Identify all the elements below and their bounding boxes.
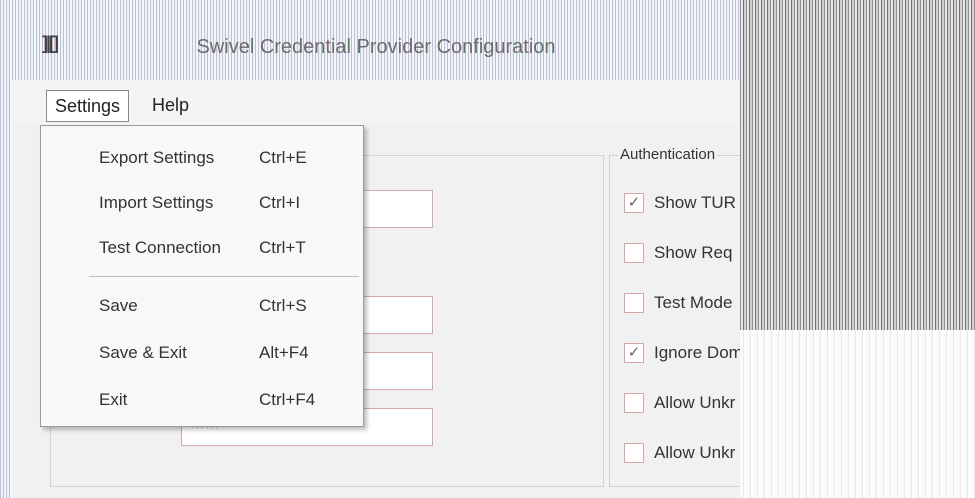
checkbox-label: Show Req: [654, 243, 733, 262]
menu-item-label: Test Connection: [99, 238, 221, 257]
menu-item-test-connection[interactable]: Test Connection Ctrl+T: [41, 228, 363, 268]
show-tur-checkbox[interactable]: ✓: [624, 193, 644, 213]
menu-bar: Settings Help: [12, 80, 740, 125]
menu-separator: [89, 276, 359, 277]
checkbox-label: Allow Unkr: [654, 443, 736, 462]
menu-item-export-settings[interactable]: Export Settings Ctrl+E: [41, 138, 363, 178]
menu-item-save-and-exit[interactable]: Save & Exit Alt+F4: [41, 333, 363, 373]
background-region-top-right: [740, 0, 975, 330]
test-mode-checkbox[interactable]: [624, 293, 644, 313]
menu-item-label: Import Settings: [99, 193, 214, 212]
menu-item-shortcut: Ctrl+I: [259, 193, 301, 212]
menu-item-shortcut: Ctrl+T: [259, 238, 306, 257]
title-bar[interactable]: ]|[] Swivel Credential Provider Configur…: [12, 0, 740, 80]
authentication-groupbox: Authentication ✓ Show TUR Show Req Test …: [609, 146, 750, 487]
checkbox-label: Allow Unkr: [654, 393, 736, 412]
menu-item-label: Exit: [99, 390, 128, 409]
menu-item-label: Save: [99, 296, 138, 315]
show-req-checkbox[interactable]: [624, 243, 644, 263]
allow-unknown-checkbox-2[interactable]: [624, 443, 644, 463]
menu-item-import-settings[interactable]: Import Settings Ctrl+I: [41, 183, 363, 223]
menu-item-shortcut: Ctrl+F4: [259, 390, 316, 409]
checkbox-label: Test Mode: [654, 293, 733, 312]
allow-unknown-checkbox-1[interactable]: [624, 393, 644, 413]
authentication-group-title: Authentication: [618, 146, 718, 163]
background-region-bottom-right: [740, 330, 975, 498]
menu-item-shortcut: Alt+F4: [259, 343, 309, 362]
window-frame-left: [0, 0, 12, 498]
menu-settings[interactable]: Settings: [46, 90, 130, 122]
menu-item-save[interactable]: Save Ctrl+S: [41, 286, 363, 326]
menu-item-label: Save & Exit: [99, 343, 187, 362]
window-title: Swivel Credential Provider Configuration: [196, 36, 556, 58]
menu-item-exit[interactable]: Exit Ctrl+F4: [41, 380, 363, 420]
menu-item-label: Export Settings: [99, 148, 215, 167]
settings-dropdown-menu: Export Settings Ctrl+E Import Settings C…: [40, 125, 364, 427]
checkbox-label: Ignore Dom: [654, 343, 743, 362]
ignore-domain-checkbox[interactable]: ✓: [624, 343, 644, 363]
checkbox-label: Show TUR: [654, 193, 736, 212]
menu-help[interactable]: Help: [144, 90, 197, 120]
menu-item-shortcut: Ctrl+S: [259, 296, 307, 315]
menu-item-shortcut: Ctrl+E: [259, 148, 307, 167]
